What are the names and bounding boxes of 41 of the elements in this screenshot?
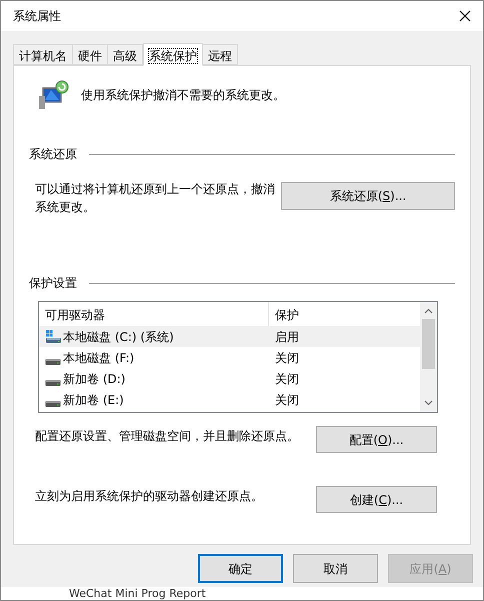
section-heading: 系统还原: [29, 146, 77, 163]
tab[interactable]: 系统保护: [143, 43, 203, 66]
configure-description: 配置还原设置、管理磁盘空间，并且删除还原点。: [35, 428, 299, 445]
dialog-button[interactable]: 配置(O)...: [316, 426, 437, 453]
protection-status: 关闭: [274, 350, 299, 366]
restore-description: 可以通过将计算机还原到上一个还原点，撤消系统更改。: [35, 181, 276, 216]
close-icon[interactable]: [459, 10, 471, 22]
drive-name: 新加卷 (D:): [63, 370, 126, 388]
tab[interactable]: 高级: [107, 44, 143, 65]
dialog-button[interactable]: 取消: [293, 554, 378, 583]
tab[interactable]: 远程: [202, 44, 238, 65]
section-heading: 保护设置: [29, 275, 77, 292]
drive-icon: [45, 400, 61, 406]
drive-row[interactable]: 新加卷 (E:) 关闭: [39, 389, 420, 410]
drive-row[interactable]: 新加卷 (D:) 关闭: [39, 368, 420, 389]
background-window-text: WeChat Mini Prog Report: [69, 587, 206, 600]
drive-icon: [45, 358, 61, 364]
drive-name: 本地磁盘 (C:) (系统): [63, 328, 174, 346]
dialog-button[interactable]: 确定: [198, 554, 283, 583]
computer-restore-icon: [39, 80, 69, 110]
drive-icon: [45, 380, 61, 386]
system-drive-icon: [45, 330, 61, 344]
intro-text: 使用系统保护撤消不需要的系统更改。: [81, 87, 285, 104]
drive-name: 本地磁盘 (F:): [63, 350, 134, 366]
protection-status: 关闭: [274, 370, 299, 388]
create-description: 立刻为启用系统保护的驱动器创建还原点。: [35, 488, 263, 505]
drive-name: 新加卷 (E:): [63, 392, 124, 408]
system-restore-button[interactable]: 系统还原(S)...: [281, 182, 455, 210]
protection-status: 启用: [274, 328, 299, 346]
tab[interactable]: 硬件: [72, 44, 108, 65]
protection-status: 关闭: [274, 392, 299, 408]
scrollbar[interactable]: [420, 302, 437, 412]
dialog-button[interactable]: 创建(C)...: [316, 486, 437, 513]
drive-row[interactable]: 本地磁盘 (F:) 关闭: [39, 347, 420, 368]
scroll-thumb[interactable]: [422, 319, 435, 369]
scroll-up-icon[interactable]: [424, 308, 433, 314]
column-header[interactable]: 保护: [269, 302, 420, 326]
drive-row[interactable]: 本地磁盘 (C:) (系统) 启用: [39, 326, 420, 347]
scroll-down-icon[interactable]: [424, 400, 433, 406]
window-title: 系统属性: [13, 8, 61, 25]
tab[interactable]: 计算机名: [13, 44, 73, 65]
